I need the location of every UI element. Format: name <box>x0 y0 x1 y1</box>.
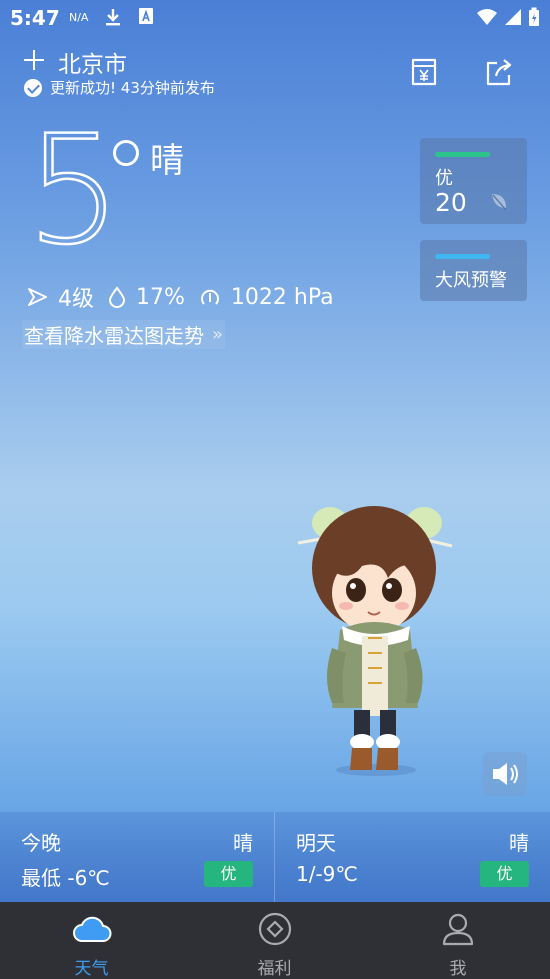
wifi-icon <box>477 9 497 25</box>
nav-label: 我 <box>449 959 467 979</box>
wind-value: 4级 <box>58 287 94 312</box>
warning-card[interactable]: 大风预警 <box>420 240 527 301</box>
degree-symbol <box>113 140 139 166</box>
download-icon <box>106 9 120 26</box>
weather-stats: 4级 17% 1022 hPa <box>26 281 348 313</box>
forecast-aqi-badge: 优 <box>480 861 529 887</box>
battery-icon <box>529 7 539 26</box>
share-icon[interactable] <box>484 56 514 88</box>
cloud-icon <box>72 916 111 942</box>
person-icon <box>442 913 474 946</box>
forecast-temp: 最低 -6℃ <box>21 866 110 890</box>
forecast-aqi-badge: 优 <box>204 861 253 887</box>
forecast-panel: 今晚 晴 最低 -6℃ 优 明天 晴 1/-9℃ 优 <box>0 812 550 902</box>
current-temperature: 5 <box>25 104 123 278</box>
humidity-stat: 17% <box>108 285 185 310</box>
warning-color-bar <box>435 254 490 259</box>
status-indicators <box>476 7 540 27</box>
update-status: 更新成功! 43分钟前发布 <box>24 77 215 98</box>
leaf-icon <box>492 194 507 211</box>
forecast-tonight[interactable]: 今晚 晴 最低 -6℃ 优 <box>0 812 275 902</box>
forecast-condition: 晴 <box>509 831 529 855</box>
header: 北京市 更新成功! 43分钟前发布 <box>22 44 532 100</box>
pressure-stat: 1022 hPa <box>199 285 334 310</box>
calendar-yen-icon[interactable] <box>409 56 439 88</box>
forecast-tomorrow[interactable]: 明天 晴 1/-9℃ 优 <box>275 812 550 902</box>
bottom-nav: 天气 福利 我 <box>0 902 550 979</box>
nav-label: 福利 <box>257 959 292 979</box>
aqi-label: 优 <box>435 168 453 189</box>
signal-icon <box>505 9 521 25</box>
nav-tab-weather[interactable]: 天气 <box>0 902 183 979</box>
forecast-day: 明天 <box>296 831 336 855</box>
status-bar: 5:47 N/A <box>0 0 550 36</box>
wind-direction-icon <box>28 288 47 306</box>
nav-label: 天气 <box>74 959 109 979</box>
city-name[interactable]: 北京市 <box>58 45 127 79</box>
water-drop-icon <box>108 286 126 308</box>
pressure-value: 1022 hPa <box>230 284 334 310</box>
forecast-condition: 晴 <box>233 831 253 855</box>
forecast-temp: 1/-9℃ <box>296 862 358 886</box>
forecast-day: 今晚 <box>21 831 61 855</box>
pressure-gauge-icon <box>200 289 219 305</box>
font-app-icon <box>139 8 153 24</box>
speaker-icon <box>493 763 518 785</box>
sound-button[interactable] <box>483 752 527 796</box>
update-text: 更新成功! 43分钟前发布 <box>50 79 215 97</box>
wind-stat: 4级 <box>26 281 94 313</box>
double-chevron-right-icon: » <box>212 324 224 345</box>
aqi-card[interactable]: 优 20 <box>420 138 527 224</box>
current-condition: 晴 <box>150 141 184 181</box>
warning-label: 大风预警 <box>435 270 507 291</box>
diamond-circle-icon <box>258 912 291 946</box>
character-illustration <box>297 506 453 776</box>
humidity-value: 17% <box>136 284 185 310</box>
aqi-color-bar <box>435 152 490 157</box>
status-network: N/A <box>69 11 89 24</box>
check-circle-icon <box>24 78 42 97</box>
nav-tab-me[interactable]: 我 <box>366 902 550 979</box>
radar-link[interactable]: 查看降水雷达图走势 » <box>22 320 226 349</box>
add-city-icon[interactable] <box>22 48 46 72</box>
radar-link-text: 查看降水雷达图走势 <box>24 324 204 348</box>
aqi-value: 20 <box>435 188 467 217</box>
status-time: 5:47 <box>10 6 60 30</box>
nav-tab-welfare[interactable]: 福利 <box>183 902 366 979</box>
